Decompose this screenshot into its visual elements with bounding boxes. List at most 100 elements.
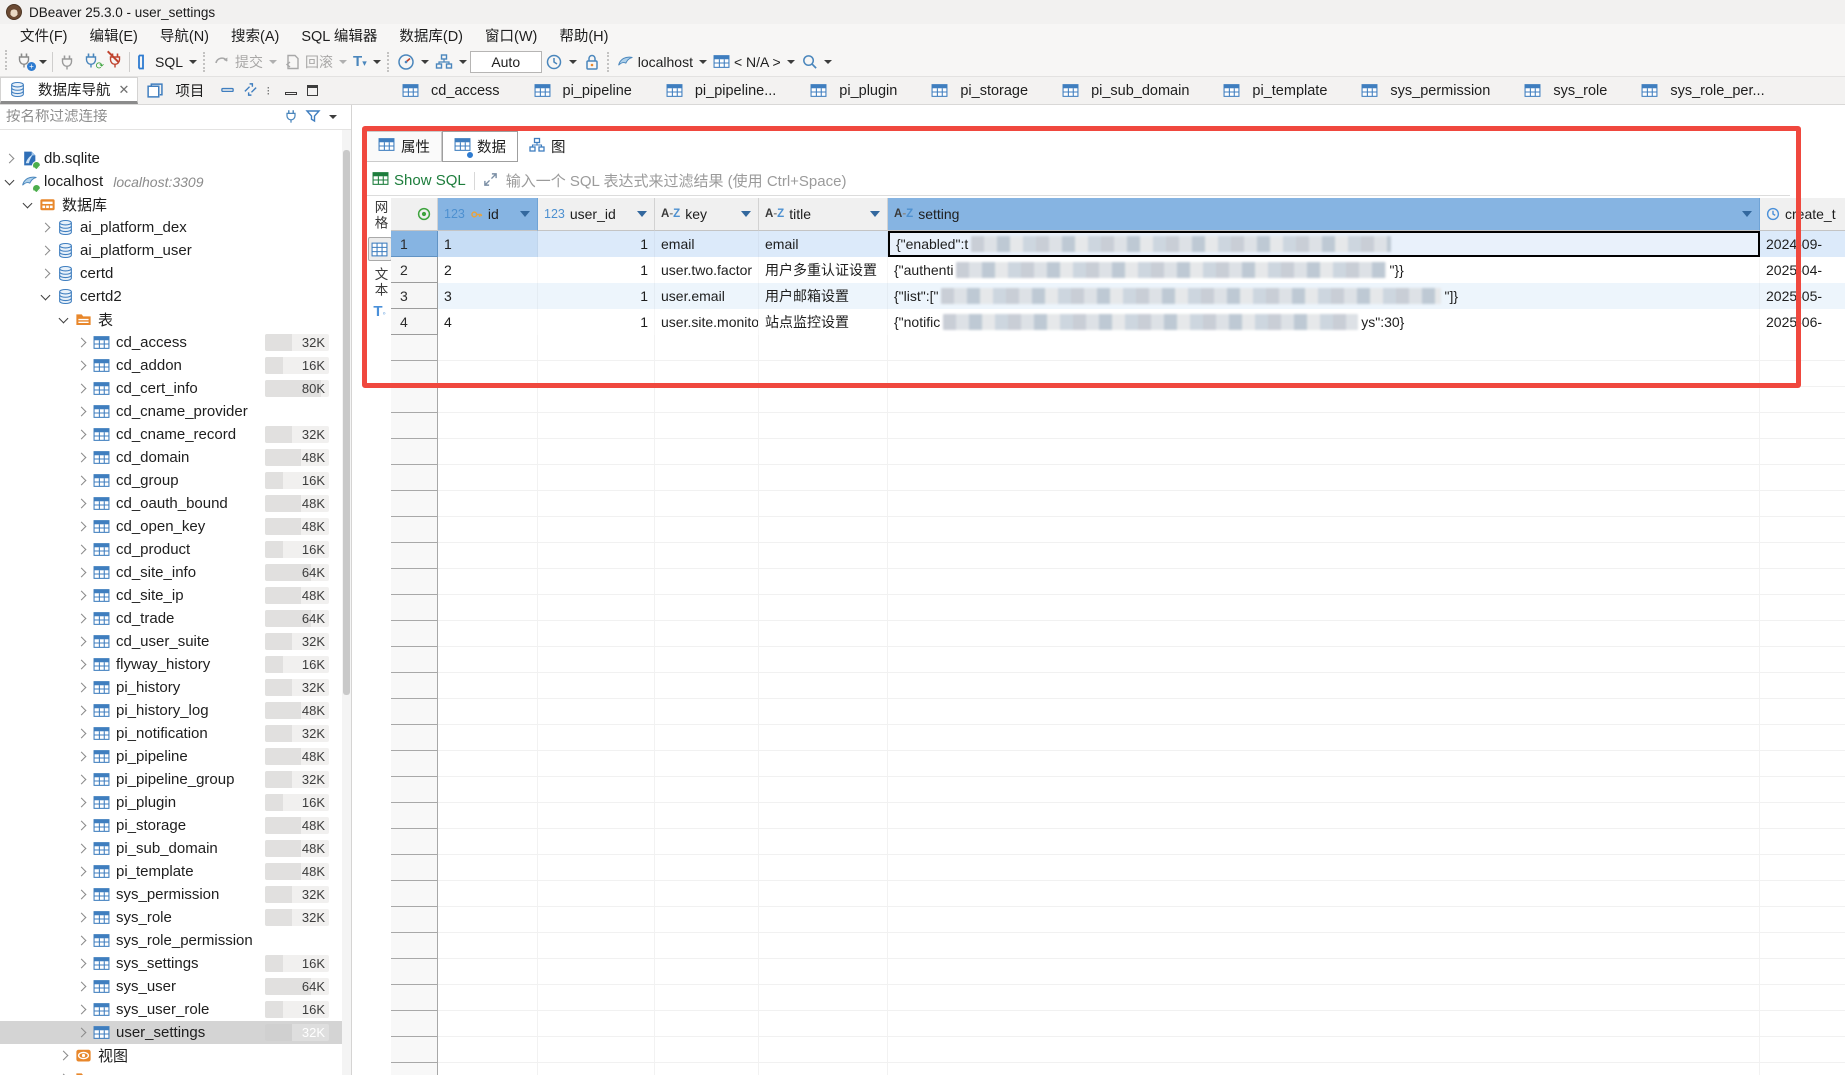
empty-row-header[interactable] [391,621,438,647]
chevron-right-icon[interactable] [77,936,87,946]
tree-item-cd_product[interactable]: cd_product16K [0,538,342,561]
connection-filter-input[interactable] [0,109,283,125]
tree-item-ai_platform_dex[interactable]: ai_platform_dex [0,216,342,239]
dropdown-icon[interactable] [421,60,429,64]
show-sql-button[interactable]: Show SQL [372,170,466,191]
connect-filter-icon[interactable] [283,108,299,127]
connect-button[interactable] [55,51,79,73]
empty-row-header[interactable] [391,1037,438,1063]
cell-user-id[interactable]: 1 [538,231,655,257]
editor-tab-pi_template[interactable]: pi_template [1209,77,1341,104]
chevron-right-icon[interactable] [77,522,87,532]
chevron-right-icon[interactable] [77,752,87,762]
chevron-right-icon[interactable] [77,568,87,578]
chevron-right-icon[interactable] [77,614,87,624]
editor-tab-cd_access[interactable]: cd_access [388,77,514,104]
chevron-right-icon[interactable] [77,683,87,693]
chevron-down-icon[interactable] [41,290,51,300]
chevron-right-icon[interactable] [77,545,87,555]
chevron-right-icon[interactable] [59,1051,69,1061]
chevron-right-icon[interactable] [77,821,87,831]
chevron-right-icon[interactable] [77,1028,87,1038]
maximize-panel-icon[interactable] [307,85,318,96]
tree-item-pi_template[interactable]: pi_template48K [0,860,342,883]
editor-tab-sys_role_per[interactable]: sys_role_per... [1627,77,1778,104]
cell-key[interactable]: email [655,231,759,257]
column-dropdown-icon[interactable] [870,211,880,217]
chevron-right-icon[interactable] [77,637,87,647]
empty-row-header[interactable] [391,439,438,465]
editor-tab-pi_pipeline[interactable]: pi_pipeline [520,77,646,104]
chevron-right-icon[interactable] [77,430,87,440]
empty-row-header[interactable] [391,465,438,491]
chevron-right-icon[interactable] [77,338,87,348]
editor-tab-pi_plugin[interactable]: pi_plugin [796,77,911,104]
connection-type-button[interactable]: localhost [614,51,710,72]
cell-setting[interactable]: {"list":[""]} [888,283,1760,309]
cell-user-id[interactable]: 1 [538,283,655,309]
tree-item-ai_platform_user[interactable]: ai_platform_user [0,239,342,262]
tree-item-pi_pipeline_group[interactable]: pi_pipeline_group32K [0,768,342,791]
presentation-text-label[interactable]: 文本 [370,267,390,298]
presentation-grid-label[interactable]: 网格 [370,200,390,231]
cell-id[interactable]: 3 [438,283,538,309]
empty-row-header[interactable] [391,1011,438,1037]
empty-row-header[interactable] [391,569,438,595]
column-header-create_t[interactable]: create_t [1760,198,1845,231]
empty-row-header[interactable] [391,985,438,1011]
database-select-button[interactable]: < N/A > [710,51,798,72]
empty-row-header[interactable] [391,647,438,673]
empty-row-header[interactable] [391,725,438,751]
tree-item-db.sqlite[interactable]: db.sqlite [0,147,342,170]
chevron-right-icon[interactable] [77,1005,87,1015]
schema-compare-button[interactable] [432,51,470,73]
tree-item-pi_pipeline[interactable]: pi_pipeline48K [0,745,342,768]
empty-row-header[interactable] [391,751,438,777]
cell-create-time[interactable]: 2025-04- [1760,257,1845,283]
sql-editor-button[interactable]: SQL [132,51,200,73]
row-header-corner[interactable] [391,198,438,231]
cell-user-id[interactable]: 1 [538,309,655,335]
column-header-key[interactable]: A-Zkey [655,198,759,231]
tree-item-partial[interactable] [0,1067,342,1075]
cell-setting[interactable]: {"authenti"}} [888,257,1760,283]
column-header-id[interactable]: 123id [438,198,538,231]
filter-dropdown-icon[interactable] [329,115,337,119]
tree-item-pi_notification[interactable]: pi_notification32K [0,722,342,745]
cell-create-time[interactable]: 2024-09- [1760,231,1845,257]
dropdown-icon[interactable] [339,60,347,64]
dropdown-icon[interactable] [459,60,467,64]
new-connection-button[interactable]: + [12,49,50,74]
chevron-right-icon[interactable] [41,246,51,256]
cell-id[interactable]: 2 [438,257,538,283]
dropdown-icon[interactable] [39,60,47,64]
cell-title[interactable]: 站点监控设置 [759,309,888,335]
tree-item-user_settings[interactable]: user_settings32K [0,1021,342,1044]
chevron-right-icon[interactable] [77,959,87,969]
row-number[interactable]: 4 [391,309,438,335]
transaction-log-button[interactable]: T▾ [350,51,384,72]
cell-setting[interactable]: {"enabled":t [888,231,1760,257]
row-number[interactable]: 2 [391,257,438,283]
empty-row-header[interactable] [391,777,438,803]
expand-filter-icon[interactable] [483,172,498,190]
cell-user-id[interactable]: 1 [538,257,655,283]
empty-row-header[interactable] [391,361,438,387]
chevron-right-icon[interactable] [77,798,87,808]
dropdown-icon[interactable] [189,60,197,64]
tree-item-sys_permission[interactable]: sys_permission32K [0,883,342,906]
empty-row-header[interactable] [391,1063,438,1075]
empty-row-header[interactable] [391,829,438,855]
tree-item-cd_cname_record[interactable]: cd_cname_record32K [0,423,342,446]
chevron-right-icon[interactable] [41,269,51,279]
link-editor-icon[interactable] [243,82,258,100]
empty-row-header[interactable] [391,673,438,699]
menu-item-6[interactable]: 窗口(W) [475,23,547,48]
chevron-right-icon[interactable] [77,453,87,463]
menu-item-0[interactable]: 文件(F) [10,23,78,48]
column-dropdown-icon[interactable] [637,211,647,217]
chevron-right-icon[interactable] [77,982,87,992]
chevron-right-icon[interactable] [41,223,51,233]
tree-item-pi_history_log[interactable]: pi_history_log48K [0,699,342,722]
performance-button[interactable] [394,51,432,73]
